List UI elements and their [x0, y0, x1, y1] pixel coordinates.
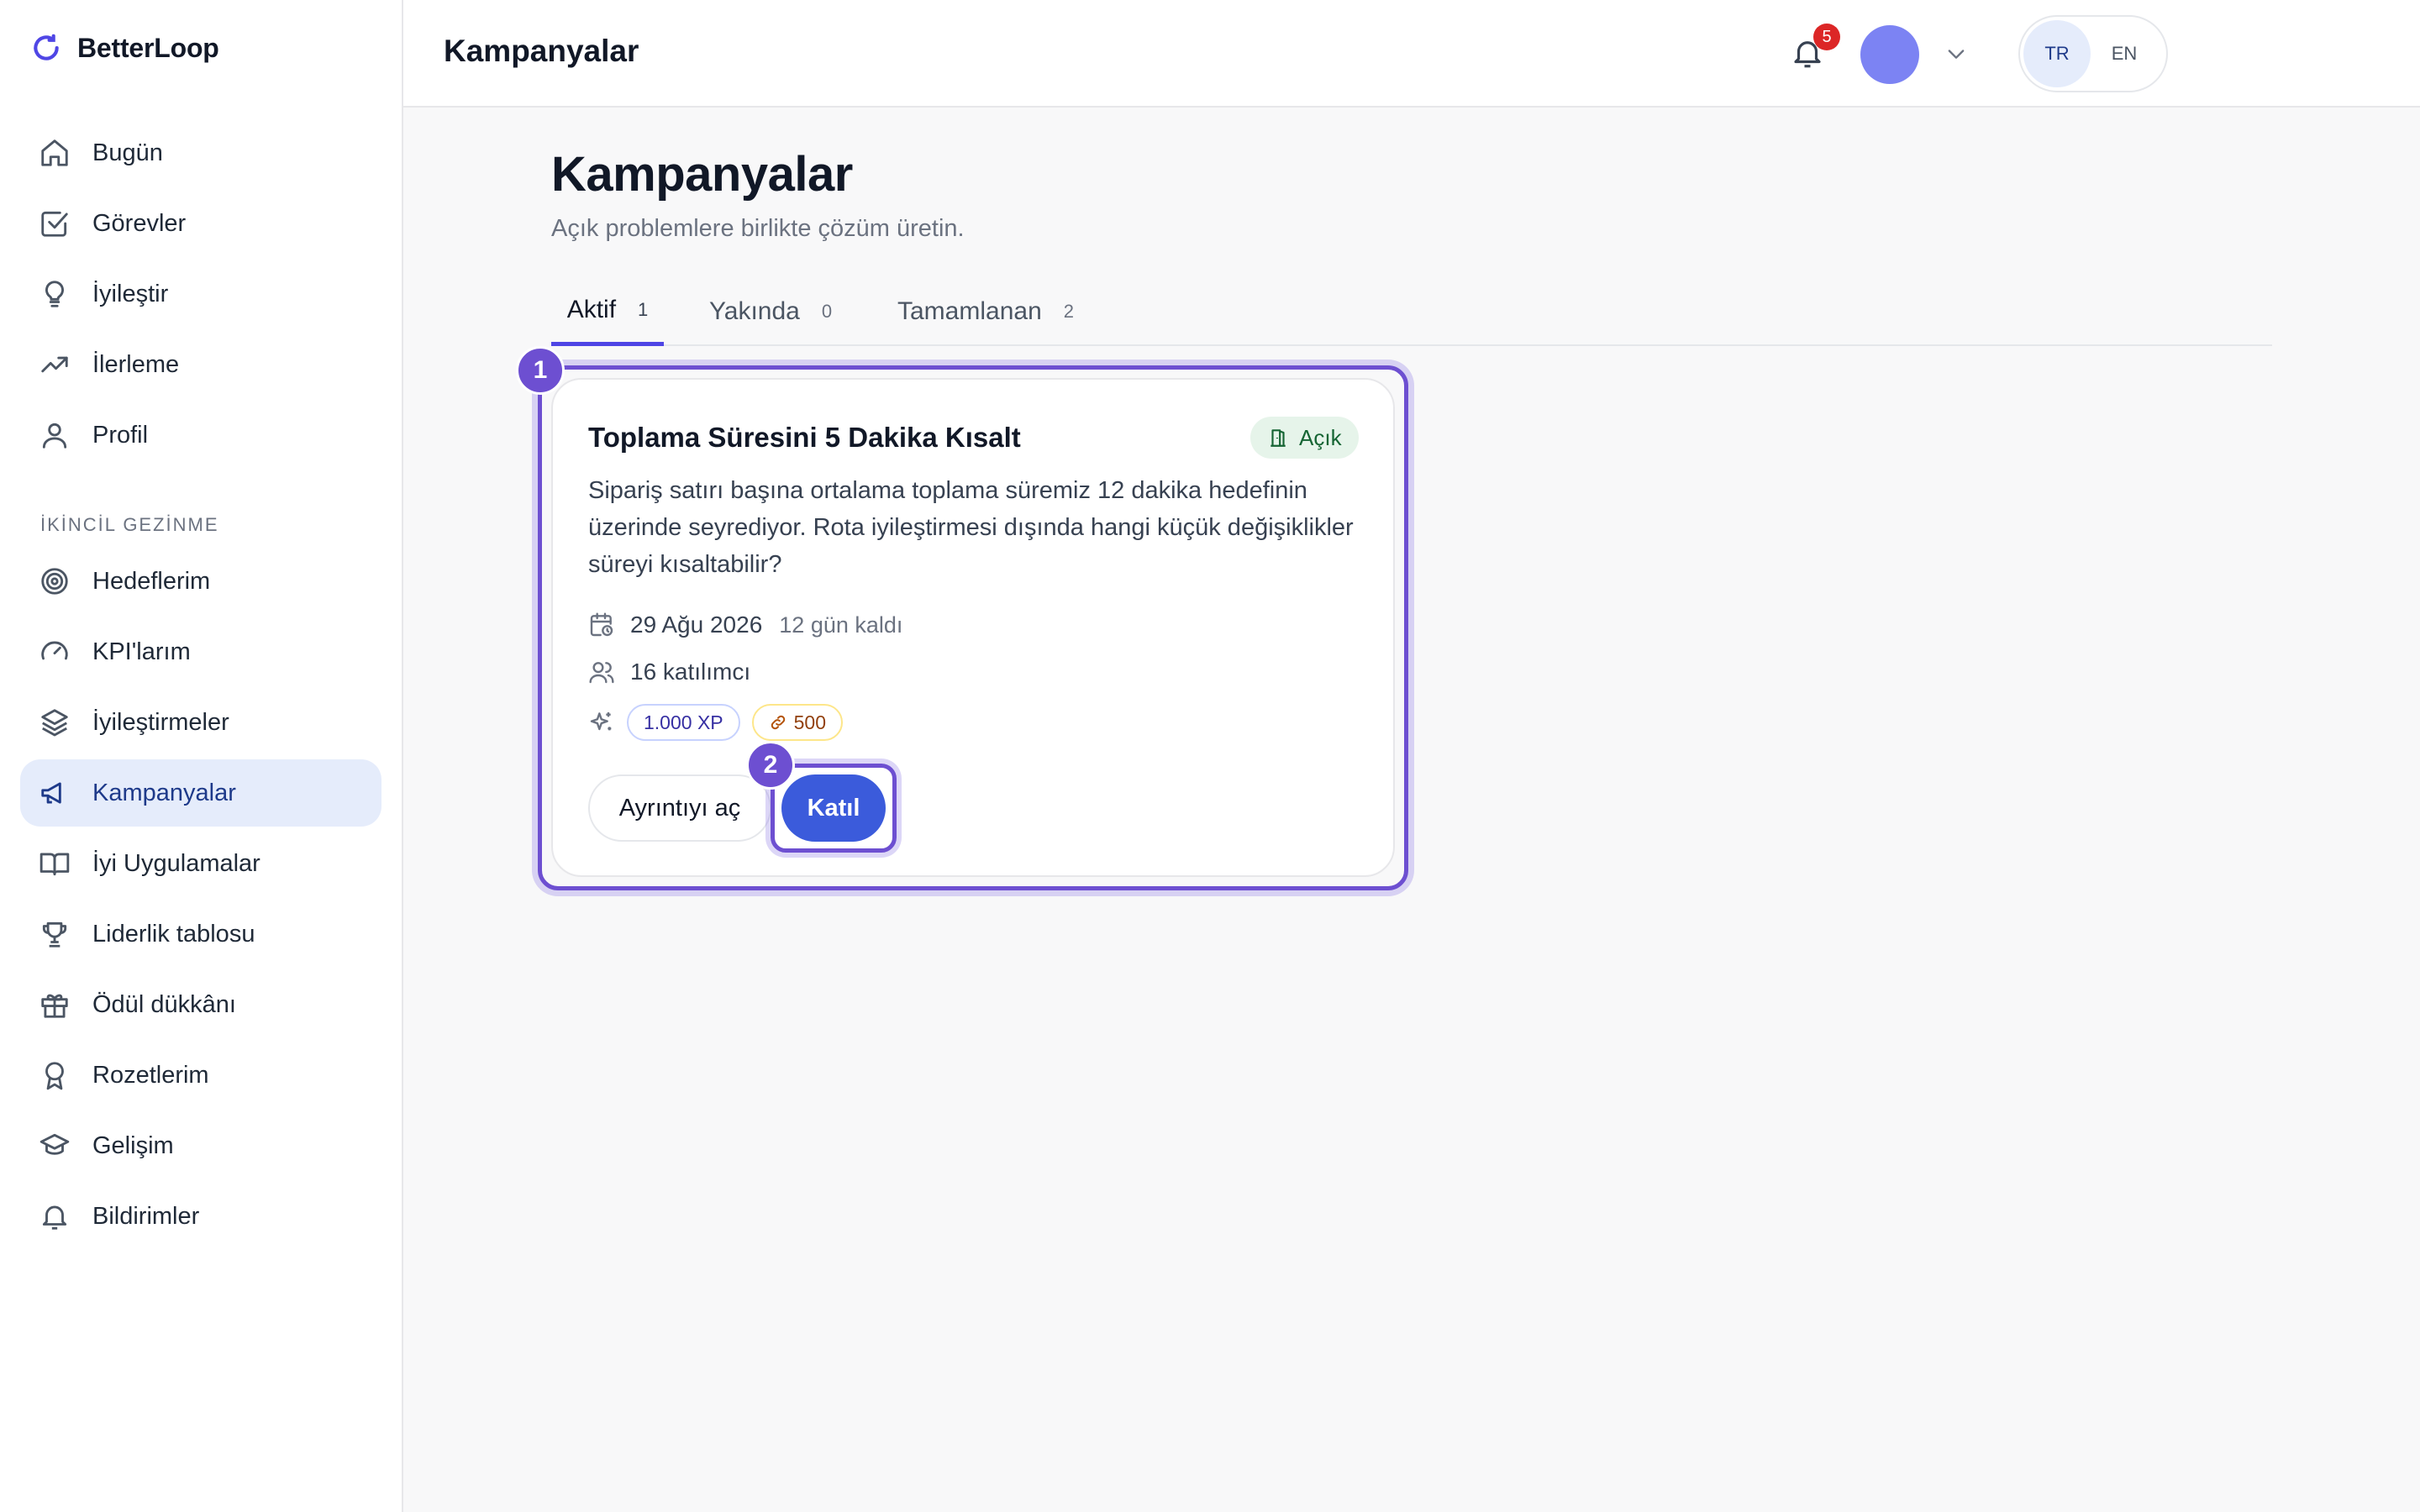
- xp-reward-chip: 1.000 XP: [627, 704, 740, 741]
- page-title: Kampanyalar: [551, 147, 853, 202]
- link-icon: [771, 715, 785, 730]
- language-toggle: TR EN: [2018, 15, 2168, 92]
- tab-aktif[interactable]: Aktif 1: [551, 277, 664, 346]
- sidebar-item-gelisim[interactable]: Gelişim: [20, 1112, 381, 1179]
- sidebar-item-bugun[interactable]: Bugün: [20, 119, 381, 186]
- language-tr-button[interactable]: TR: [2023, 20, 2091, 87]
- sidebar-item-iyilestir[interactable]: İyileştir: [20, 260, 381, 328]
- sidebar-item-liderlik-tablosu[interactable]: Liderlik tablosu: [20, 900, 381, 968]
- sidebar-item-kpilarim[interactable]: KPI'larım: [20, 618, 381, 685]
- lightbulb-icon: [45, 281, 64, 307]
- sidebar-item-profil[interactable]: Profil: [20, 402, 381, 469]
- sidebar-item-label: İyileştirmeler: [92, 708, 229, 736]
- page-subtitle: Açık problemlere birlikte çözüm üretin.: [551, 215, 965, 242]
- sidebar-item-label: Görevler: [92, 209, 187, 237]
- campaign-description: Sipariş satırı başına ortalama toplama s…: [588, 477, 1354, 578]
- primary-nav: Bugün Görevler İyileştir İlerleme Profil: [20, 119, 381, 472]
- open-details-button[interactable]: Ayrıntıyı aç: [588, 774, 771, 842]
- status-badge: Açık: [1250, 417, 1359, 459]
- campaign-title: Toplama Süresini 5 Dakika Kısalt: [588, 422, 1021, 453]
- deadline-row: 29 Ağu 2026 12 gün kaldı: [588, 612, 902, 638]
- sidebar-item-label: Hedeflerim: [92, 567, 211, 595]
- brand-name: BetterLoop: [77, 32, 219, 63]
- sidebar-item-iyilestirmeler[interactable]: İyileştirmeler: [20, 689, 381, 756]
- tab-yakinda[interactable]: Yakında 0: [702, 277, 839, 346]
- sidebar-item-rozetlerim[interactable]: Rozetlerim: [20, 1042, 381, 1109]
- sidebar-item-label: Kampanyalar: [92, 779, 236, 806]
- sidebar-item-gorevler[interactable]: Görevler: [20, 190, 381, 257]
- participant-count: 16 katılımcı: [630, 659, 751, 685]
- sidebar-item-iyi-uygulamalar[interactable]: İyi Uygulamalar: [20, 830, 381, 897]
- tab-count: 0: [821, 301, 833, 322]
- step-marker-1: 1: [516, 346, 565, 395]
- tab-count: 2: [1063, 301, 1075, 322]
- sidebar-item-label: Bugün: [92, 139, 163, 166]
- refresh-loop-icon: [34, 34, 59, 60]
- chevron-down-icon[interactable]: [1944, 42, 1968, 66]
- join-button[interactable]: Katıl: [781, 774, 886, 842]
- trophy-icon: [42, 921, 67, 948]
- tab-label: Tamamlanan: [897, 297, 1042, 325]
- award-icon: [45, 1062, 64, 1090]
- participants-row: 16 katılımcı: [588, 659, 750, 685]
- sidebar-item-label: İlerleme: [92, 350, 180, 378]
- sidebar-item-label: Profil: [92, 421, 149, 449]
- sidebar-item-bildirimler[interactable]: Bildirimler: [20, 1183, 381, 1250]
- tab-label: Aktif: [566, 295, 617, 323]
- secondary-nav: Hedeflerim KPI'larım İyileştirmeler Kamp…: [20, 548, 381, 1253]
- rewards-row: 1.000 XP 500: [588, 704, 844, 741]
- avatar[interactable]: [1860, 25, 1919, 84]
- sidebar-item-hedeflerim[interactable]: Hedeflerim: [20, 548, 381, 615]
- sidebar: BetterLoop Bugün Görevler İyileştir İler…: [0, 0, 403, 1512]
- bell-icon: [42, 1205, 67, 1230]
- campaign-tabs: Aktif 1 Yakında 0 Tamamlanan 2: [551, 277, 2272, 346]
- target-icon: [41, 568, 68, 595]
- step-marker-2: 2: [746, 741, 795, 790]
- sidebar-item-label: Bildirimler: [92, 1202, 200, 1230]
- sidebar-item-odul-dukkani[interactable]: Ödül dükkânı: [20, 971, 381, 1038]
- user-icon: [42, 423, 67, 449]
- deadline-date: 29 Ağu 2026: [630, 612, 763, 638]
- layers-icon: [41, 709, 68, 737]
- notification-count-badge: 5: [1813, 24, 1840, 50]
- topbar: Kampanyalar TR EN: [403, 0, 2420, 108]
- sidebar-item-label: KPI'larım: [92, 638, 191, 665]
- sidebar-item-label: Ödül dükkânı: [92, 990, 236, 1018]
- sidebar-item-ilerleme[interactable]: İlerleme: [20, 331, 381, 398]
- coin-reward-chip: 500: [751, 704, 844, 741]
- days-remaining: 12 gün kaldı: [779, 612, 903, 638]
- megaphone-icon: [41, 782, 61, 804]
- sidebar-item-kampanyalar[interactable]: Kampanyalar: [20, 759, 381, 827]
- secondary-nav-heading: İKİNCİL GEZİNME: [40, 514, 219, 535]
- language-en-button[interactable]: EN: [2091, 20, 2158, 87]
- sidebar-item-label: Liderlik tablosu: [92, 920, 255, 948]
- topbar-title: Kampanyalar: [444, 34, 639, 68]
- users-icon: [589, 662, 614, 684]
- trending-up-icon: [41, 356, 68, 373]
- graduation-cap-icon: [39, 1133, 70, 1155]
- tab-count: 1: [638, 298, 649, 320]
- sidebar-item-label: Gelişim: [92, 1131, 174, 1159]
- sparkles-icon: [590, 712, 612, 731]
- sidebar-item-label: İyi Uygulamalar: [92, 849, 260, 877]
- campaign-card[interactable]: Toplama Süresini 5 Dakika Kısalt Açık Si…: [551, 378, 1395, 877]
- sidebar-item-label: İyileştir: [92, 280, 169, 307]
- calendar-clock-icon: [590, 612, 613, 637]
- brand[interactable]: BetterLoop: [30, 29, 219, 67]
- coin-reward-value: 500: [793, 711, 827, 733]
- sidebar-item-label: Rozetlerim: [92, 1061, 209, 1089]
- tab-tamamlanan[interactable]: Tamamlanan 2: [891, 277, 1081, 346]
- book-open-icon: [39, 853, 70, 876]
- gauge-icon: [41, 641, 68, 660]
- gift-icon: [41, 994, 68, 1018]
- status-label: Açık: [1299, 424, 1342, 450]
- check-square-icon: [41, 211, 68, 237]
- door-open-icon: [1270, 429, 1286, 447]
- home-icon: [41, 139, 68, 166]
- tab-label: Yakında: [709, 297, 800, 325]
